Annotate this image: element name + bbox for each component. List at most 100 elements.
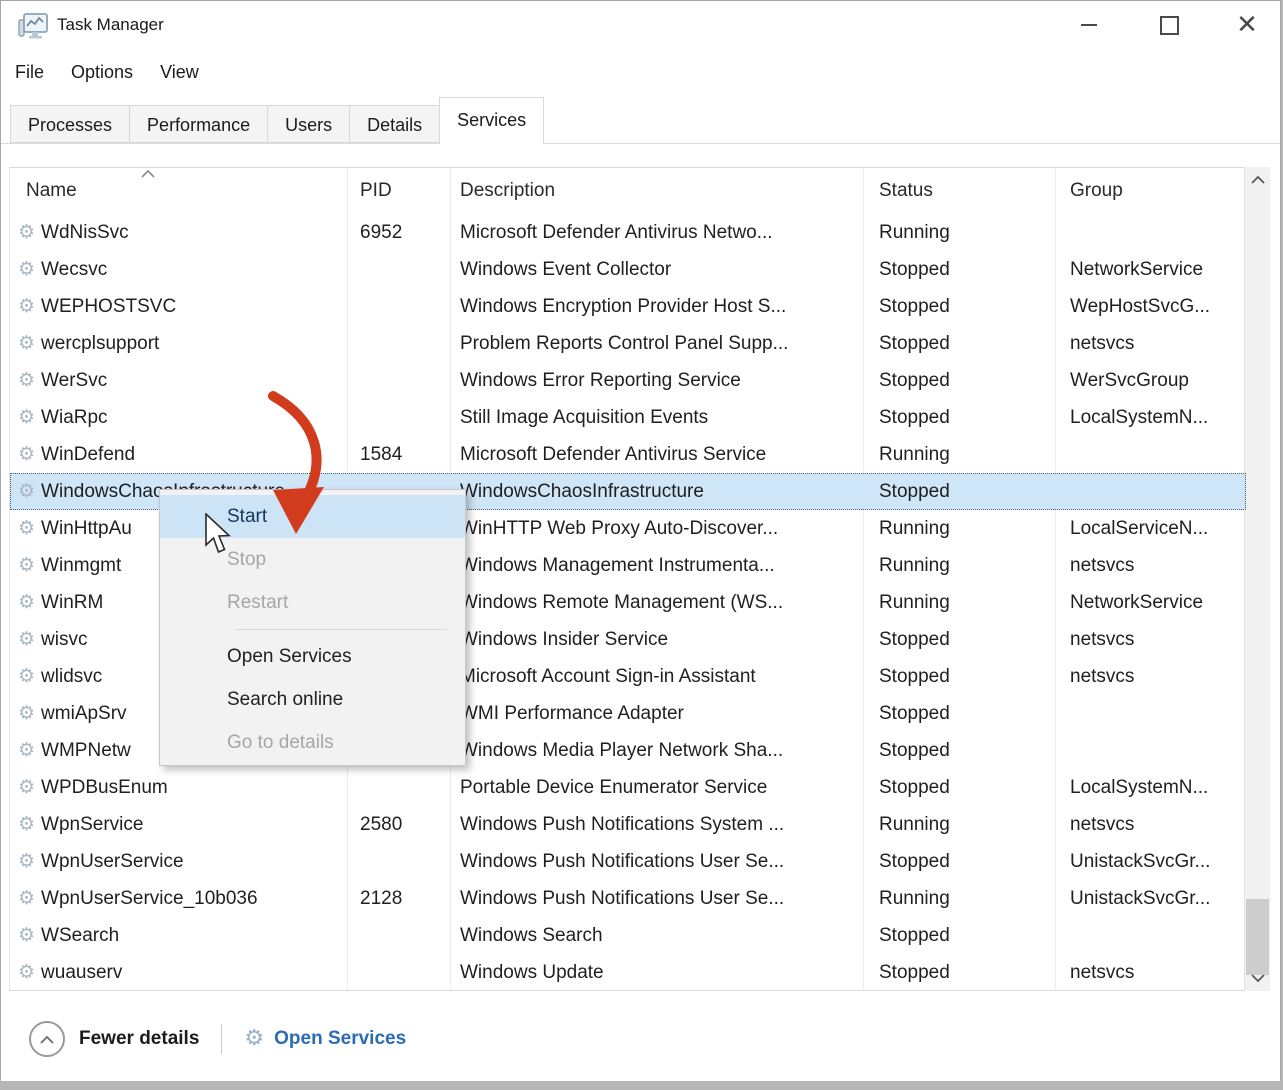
table-row-wpnuserservice[interactable]: ⚙WpnUserServiceWindows Push Notification… <box>10 843 1246 880</box>
table-row-wsearch[interactable]: ⚙WSearchWindows SearchStopped <box>10 917 1246 954</box>
service-name: wmiApSrv <box>41 703 127 725</box>
service-status: Stopped <box>863 481 1055 503</box>
service-group: netsvcs <box>1055 333 1245 355</box>
service-group: UnistackSvcGr... <box>1055 888 1245 910</box>
table-row-windefend[interactable]: ⚙WinDefend1584Microsoft Defender Antivir… <box>10 436 1246 473</box>
service-name: Wecsvc <box>41 259 107 281</box>
service-description: Windows Management Instrumenta... <box>450 555 863 577</box>
service-name: WMPNetw <box>41 740 131 762</box>
service-group: NetworkService <box>1055 259 1245 281</box>
table-row-wercplsupport[interactable]: ⚙wercplsupportProblem Reports Control Pa… <box>10 325 1246 362</box>
table-row-wpnservice[interactable]: ⚙WpnService2580Windows Push Notification… <box>10 806 1246 843</box>
tab-performance[interactable]: Performance <box>129 105 267 143</box>
table-row-wecsvc[interactable]: ⚙WecsvcWindows Event CollectorStoppedNet… <box>10 251 1246 288</box>
service-description: Microsoft Account Sign-in Assistant <box>450 666 863 688</box>
menu-file[interactable]: File <box>15 49 44 96</box>
service-status: Stopped <box>863 296 1055 318</box>
service-gear-icon: ⚙ <box>18 815 35 834</box>
window-title: Task Manager <box>57 1 164 49</box>
table-row-wpdbusenum[interactable]: ⚙WPDBusEnumPortable Device Enumerator Se… <box>10 769 1246 806</box>
service-gear-icon: ⚙ <box>18 556 35 575</box>
service-gear-icon: ⚙ <box>18 334 35 353</box>
task-manager-window: Task Manager ✕ File Options View Processes… <box>0 0 1281 1080</box>
service-name: WpnService <box>41 814 143 836</box>
sort-ascending-icon <box>140 169 156 178</box>
service-name: WEPHOSTSVC <box>41 296 176 318</box>
service-status: Stopped <box>863 851 1055 873</box>
table-row-wephostsvc[interactable]: ⚙WEPHOSTSVCWindows Encryption Provider H… <box>10 288 1246 325</box>
service-name-cell: ⚙WiaRpc <box>10 407 347 429</box>
scroll-down-button[interactable] <box>1245 967 1270 989</box>
service-name: wercplsupport <box>41 333 159 355</box>
chevron-up-icon <box>1251 176 1265 184</box>
close-icon: ✕ <box>1236 12 1258 38</box>
table-row-wpnuserservice-10b036[interactable]: ⚙WpnUserService_10b0362128Windows Push N… <box>10 880 1246 917</box>
service-description: Microsoft Defender Antivirus Netwo... <box>450 222 863 244</box>
service-status: Stopped <box>863 259 1055 281</box>
task-manager-icon <box>17 10 49 42</box>
column-header-description[interactable]: Description <box>450 168 863 214</box>
service-group: LocalSystemN... <box>1055 777 1245 799</box>
tab-users[interactable]: Users <box>267 105 349 143</box>
column-header-status[interactable]: Status <box>863 168 1055 214</box>
menu-item-go-to-details: Go to details <box>160 721 465 764</box>
service-group: WerSvcGroup <box>1055 370 1245 392</box>
footer-divider <box>221 1024 222 1054</box>
service-name-cell: ⚙WdNisSvc <box>10 222 347 244</box>
maximize-icon <box>1160 16 1179 35</box>
service-group: LocalServiceN... <box>1055 518 1245 540</box>
service-status: Stopped <box>863 925 1055 947</box>
service-gear-icon: ⚙ <box>18 297 35 316</box>
service-status: Stopped <box>863 407 1055 429</box>
service-pid: 2128 <box>347 888 450 910</box>
table-row-wdnissvc[interactable]: ⚙WdNisSvc6952Microsoft Defender Antiviru… <box>10 214 1246 251</box>
column-header-name[interactable]: Name <box>10 168 347 214</box>
service-status: Running <box>863 888 1055 910</box>
service-gear-icon: ⚙ <box>18 593 35 612</box>
service-group: LocalSystemN... <box>1055 407 1245 429</box>
service-description: Windows Media Player Network Sha... <box>450 740 863 762</box>
service-description: Windows Search <box>450 925 863 947</box>
menu-item-stop: Stop <box>160 538 465 581</box>
tab-details[interactable]: Details <box>349 105 439 143</box>
fewer-details-button[interactable] <box>29 1021 65 1057</box>
vertical-scrollbar[interactable] <box>1244 167 1270 991</box>
service-name: Winmgmt <box>41 555 121 577</box>
service-description: Windows Error Reporting Service <box>450 370 863 392</box>
menu-view[interactable]: View <box>160 49 199 96</box>
service-group: UnistackSvcGr... <box>1055 851 1245 873</box>
table-row-wuauserv[interactable]: ⚙wuauservWindows UpdateStoppednetsvcs <box>10 954 1246 991</box>
minimize-button[interactable] <box>1060 1 1118 49</box>
table-row-wiarpc[interactable]: ⚙WiaRpcStill Image Acquisition EventsSto… <box>10 399 1246 436</box>
service-status: Stopped <box>863 370 1055 392</box>
service-name: WiaRpc <box>41 407 108 429</box>
tab-processes[interactable]: Processes <box>10 105 129 143</box>
column-header-group[interactable]: Group <box>1055 168 1245 214</box>
close-button[interactable]: ✕ <box>1218 1 1276 49</box>
service-pid: 6952 <box>347 222 450 244</box>
service-gear-icon: ⚙ <box>18 963 35 982</box>
service-status: Running <box>863 814 1055 836</box>
service-gear-icon: ⚙ <box>18 704 35 723</box>
service-description: WMI Performance Adapter <box>450 703 863 725</box>
menu-options[interactable]: Options <box>71 49 133 96</box>
maximize-button[interactable] <box>1140 1 1198 49</box>
service-gear-icon: ⚙ <box>18 371 35 390</box>
service-description: Windows Event Collector <box>450 259 863 281</box>
menu-item-open-services[interactable]: Open Services <box>160 635 465 678</box>
service-status: Stopped <box>863 777 1055 799</box>
scroll-up-button[interactable] <box>1245 169 1270 191</box>
services-gear-icon: ⚙ <box>244 1028 264 1050</box>
service-name-cell: ⚙WpnUserService_10b036 <box>10 888 347 910</box>
fewer-details-label[interactable]: Fewer details <box>79 1028 199 1050</box>
column-header-pid[interactable]: PID <box>347 168 450 214</box>
tab-services[interactable]: Services <box>439 97 544 144</box>
service-group: WepHostSvcG... <box>1055 296 1245 318</box>
open-services-link[interactable]: Open Services <box>274 1028 406 1050</box>
menu-item-start[interactable]: Start <box>160 495 465 538</box>
service-pid: 1584 <box>347 444 450 466</box>
table-row-wersvc[interactable]: ⚙WerSvcWindows Error Reporting ServiceSt… <box>10 362 1246 399</box>
menu-item-search-online[interactable]: Search online <box>160 678 465 721</box>
service-gear-icon: ⚙ <box>18 889 35 908</box>
scrollbar-thumb[interactable] <box>1246 899 1269 975</box>
